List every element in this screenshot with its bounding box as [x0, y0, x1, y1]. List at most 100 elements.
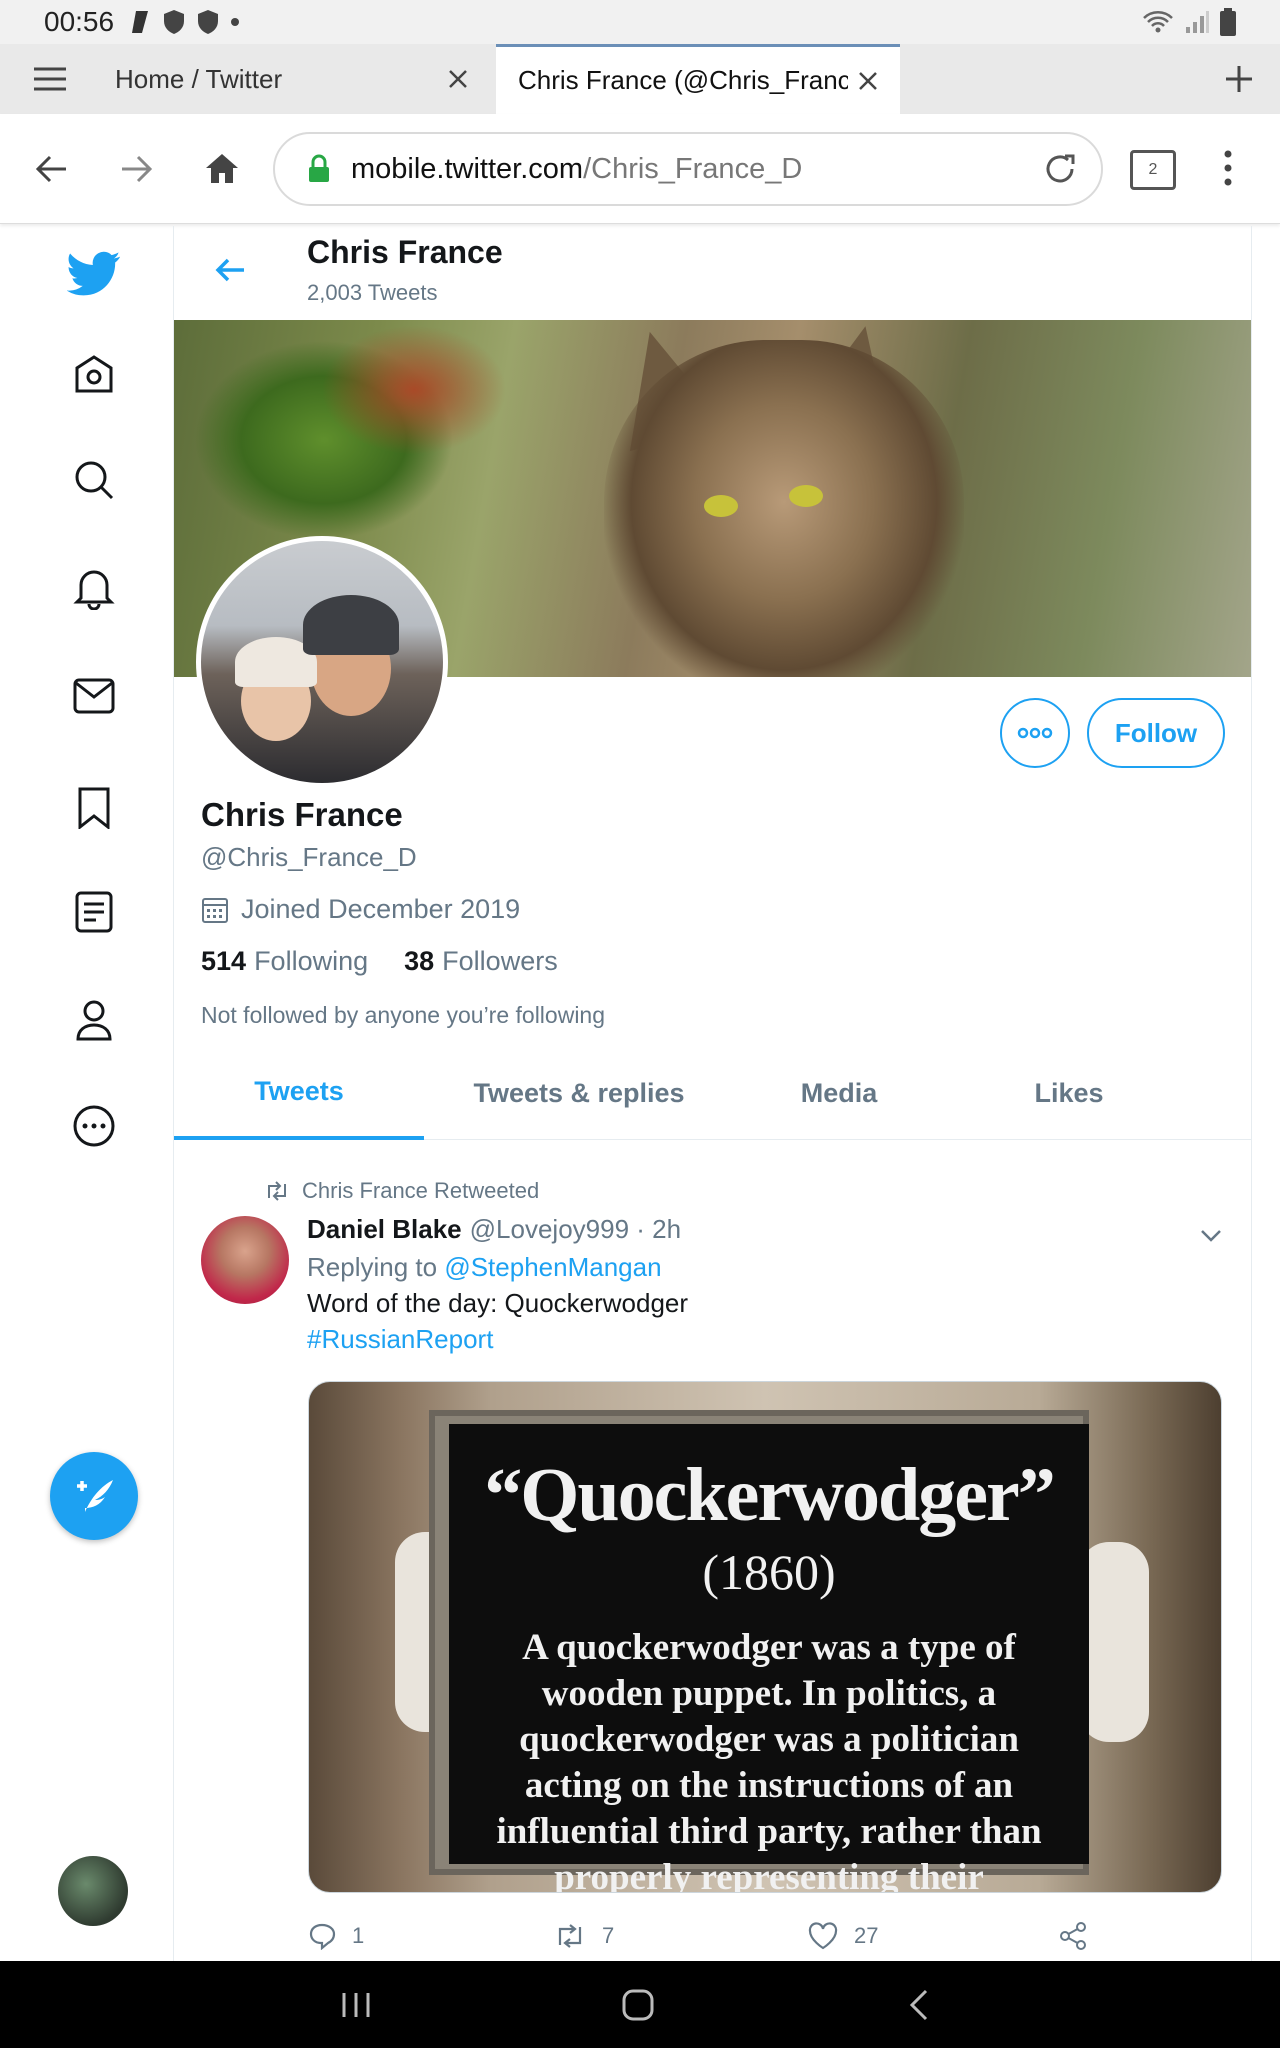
- recent-apps-icon[interactable]: [334, 1983, 378, 2027]
- forward-arrow-icon[interactable]: [116, 149, 156, 189]
- back-arrow-icon[interactable]: [212, 252, 248, 288]
- new-tab-icon[interactable]: [1222, 62, 1256, 96]
- profile-icon[interactable]: [66, 992, 122, 1048]
- tweet-author-name[interactable]: Daniel Blake: [307, 1214, 462, 1244]
- profile-avatar[interactable]: [196, 536, 448, 788]
- heart-icon: [808, 1922, 838, 1950]
- tab-count-button[interactable]: 2: [1130, 150, 1176, 190]
- account-avatar[interactable]: [58, 1856, 128, 1926]
- following-link[interactable]: 514 Following: [201, 946, 368, 977]
- reload-icon[interactable]: [1041, 150, 1079, 188]
- not-followed-note: Not followed by anyone you’re following: [201, 1002, 606, 1028]
- profile-name: Chris France: [201, 796, 403, 833]
- follow-button[interactable]: Follow: [1087, 698, 1225, 768]
- image-year: (1860): [702, 1544, 836, 1600]
- retweet-context: Chris France Retweeted: [264, 1178, 539, 1204]
- twitter-logo-icon[interactable]: [66, 246, 122, 302]
- sidebar: [0, 226, 174, 1961]
- close-icon[interactable]: [438, 59, 478, 99]
- sign-board: “Quockerwodger” (1860) A quockerwodger w…: [449, 1424, 1089, 1892]
- home-button-icon[interactable]: [616, 1983, 660, 2027]
- reply-button[interactable]: 1: [308, 1916, 364, 1956]
- followers-count: 38: [404, 946, 435, 976]
- tab-title: Chris France (@Chris_Franc: [518, 65, 848, 95]
- retweet-context-text: Chris France Retweeted: [302, 1178, 540, 1203]
- profile-header-bar: Chris France 2,003 Tweets: [174, 226, 1251, 320]
- replying-prefix: Replying to: [307, 1252, 438, 1282]
- lock-icon: [309, 154, 329, 182]
- bookmarks-icon[interactable]: [66, 780, 122, 836]
- more-icon[interactable]: [66, 1098, 122, 1154]
- lists-icon[interactable]: [66, 884, 122, 940]
- notifications-icon[interactable]: [66, 560, 122, 616]
- tweet-time: · 2h: [636, 1214, 682, 1244]
- retweet-button[interactable]: 7: [554, 1916, 614, 1956]
- compose-feather-icon: [77, 1480, 113, 1512]
- reply-count: 1: [352, 1923, 365, 1948]
- browser-toolbar: mobile.twitter.com/Chris_France_D 2: [0, 114, 1280, 224]
- replying-to-handle[interactable]: @StephenMangan: [444, 1252, 661, 1282]
- tweet-hashtag[interactable]: #RussianReport: [307, 1324, 493, 1355]
- tweet-author-handle[interactable]: @Lovejoy999: [470, 1214, 629, 1244]
- close-icon[interactable]: [848, 61, 888, 101]
- status-time: 00:56: [44, 6, 115, 37]
- joined-date: Joined December 2019: [201, 894, 520, 925]
- browser-tab-profile[interactable]: Chris France (@Chris_Franc: [496, 44, 900, 114]
- messages-icon[interactable]: [66, 668, 122, 724]
- status-bar: 00:56: [0, 0, 1280, 44]
- system-nav-bar: [0, 1961, 1280, 2048]
- tab-title: Home / Twitter: [115, 63, 283, 94]
- profile-tabs: Tweets Tweets & replies Media Likes: [174, 1046, 1251, 1140]
- image-word: “Quockerwodger”: [484, 1453, 1055, 1537]
- system-back-icon[interactable]: [898, 1983, 942, 2027]
- joined-text: Joined December 2019: [241, 894, 521, 924]
- tab-tweets[interactable]: Tweets: [174, 1046, 424, 1140]
- chevron-down-icon[interactable]: [1196, 1220, 1226, 1250]
- share-button[interactable]: [1058, 1916, 1088, 1956]
- url-path: /Chris_France_D: [583, 152, 803, 185]
- profile-handle: @Chris_France_D: [201, 842, 417, 872]
- header-name: Chris France: [307, 234, 503, 270]
- browser-tab-home[interactable]: Home / Twitter: [100, 44, 490, 114]
- tweet-header: Daniel Blake @Lovejoy999 · 2h: [307, 1214, 681, 1245]
- retweet-icon: [558, 1924, 582, 1948]
- shield-icon: [164, 10, 185, 34]
- image-definition: A quockerwodger was a type of wooden pup…: [496, 1627, 1042, 1893]
- shield-icon: [198, 10, 219, 34]
- followers-label: Followers: [442, 946, 558, 976]
- reply-icon: [309, 1923, 336, 1950]
- explore-icon[interactable]: [66, 452, 122, 508]
- tweet-actions: 1 7 27: [308, 1916, 1222, 1956]
- overflow-menu-icon[interactable]: [1218, 146, 1238, 190]
- followers-link[interactable]: 38 Followers: [404, 946, 558, 977]
- like-button[interactable]: 27: [808, 1916, 878, 1956]
- tweet-count: 2,003 Tweets: [307, 280, 438, 305]
- url-bar[interactable]: mobile.twitter.com/Chris_France_D: [273, 132, 1103, 206]
- tweet-media-image[interactable]: “Quockerwodger” (1860) A quockerwodger w…: [308, 1381, 1222, 1893]
- home-icon[interactable]: [66, 346, 122, 402]
- tab-count: 2: [1148, 161, 1158, 178]
- following-label: Following: [254, 946, 369, 976]
- tab-likes[interactable]: Likes: [944, 1046, 1194, 1140]
- app-icon: [132, 11, 149, 33]
- menu-icon[interactable]: [30, 62, 70, 96]
- wifi-icon: [1143, 11, 1173, 33]
- back-arrow-icon[interactable]: [32, 149, 72, 189]
- tweet-text: Word of the day: Quockerwodger: [307, 1288, 689, 1318]
- retweet-count: 7: [602, 1923, 615, 1948]
- home-page-icon[interactable]: [202, 149, 242, 189]
- dot-icon: [231, 18, 240, 26]
- tweet-author-avatar[interactable]: [201, 1216, 289, 1304]
- following-count: 514: [201, 946, 247, 976]
- more-options-button[interactable]: [1000, 698, 1070, 768]
- tab-media[interactable]: Media: [734, 1046, 944, 1140]
- follow-stats: 514 Following 38 Followers: [201, 946, 558, 977]
- retweet-icon: [268, 1181, 286, 1201]
- replying-to: Replying to @StephenMangan: [307, 1252, 662, 1283]
- tab-tweets-replies[interactable]: Tweets & replies: [424, 1046, 734, 1140]
- compose-tweet-button[interactable]: [50, 1452, 138, 1540]
- signal-icon: [1186, 11, 1209, 33]
- like-count: 27: [854, 1923, 879, 1948]
- browser-tab-strip: Home / Twitter Chris France (@Chris_Fran…: [0, 44, 1280, 114]
- url-host: mobile.twitter.com: [351, 152, 584, 185]
